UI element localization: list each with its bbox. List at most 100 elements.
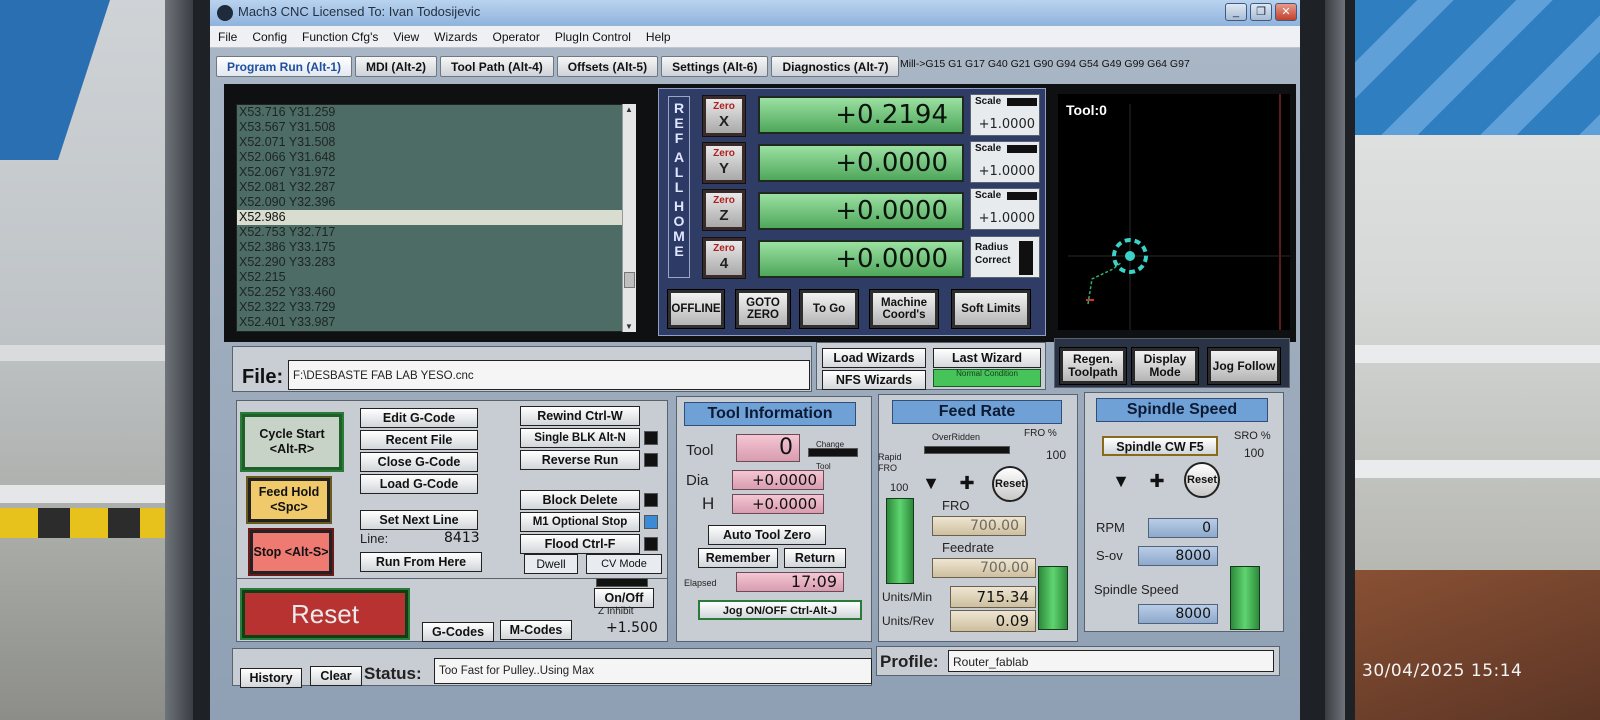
mcodes-button[interactable]: M-Codes <box>500 620 572 640</box>
jog-follow-button[interactable]: Jog Follow <box>1207 347 1281 385</box>
remember-button[interactable]: Remember <box>698 548 778 568</box>
scale-x[interactable]: Scale +1.0000 <box>970 94 1040 136</box>
fro-reset-button[interactable]: Reset <box>992 466 1028 502</box>
zero-x-button[interactable]: Zero X <box>702 95 746 137</box>
reverse-run-button[interactable]: Reverse Run <box>520 450 640 470</box>
scroll-thumb[interactable] <box>624 272 635 288</box>
goto-zero-button[interactable]: GOTO ZERO <box>735 289 791 329</box>
gcode-line[interactable]: X52.081 Y32.287 <box>237 180 623 195</box>
dro-x[interactable]: +0.2194 <box>758 96 964 134</box>
close-button[interactable]: ✕ <box>1275 3 1297 21</box>
feed-hold-button[interactable]: Feed Hold <Spc> <box>246 476 332 524</box>
scale-z[interactable]: Scale +1.0000 <box>970 188 1040 230</box>
to-go-button[interactable]: To Go <box>799 289 859 329</box>
maximize-button[interactable]: ❐ <box>1250 3 1272 21</box>
dro-4[interactable]: +0.0000 <box>758 240 964 278</box>
zero-4-button[interactable]: Zero 4 <box>702 237 746 279</box>
single-block-button[interactable]: Single BLK Alt-N <box>520 428 640 448</box>
dro-y[interactable]: +0.0000 <box>758 144 964 182</box>
sro-up-icon[interactable]: ✚ <box>1146 470 1168 492</box>
tab-offsets[interactable]: Offsets (Alt-5) <box>556 56 659 77</box>
machine-coords-button[interactable]: Machine Coord's <box>869 289 939 329</box>
menu-config[interactable]: Config <box>244 26 294 44</box>
run-from-here-button[interactable]: Run From Here <box>360 552 482 572</box>
sro-down-icon[interactable]: ▼ <box>1110 470 1132 492</box>
gcode-listing[interactable]: X53.716 Y31.259 X53.567 Y31.508 X52.071 Y3… <box>236 104 624 332</box>
gcode-line[interactable]: X52.071 Y31.508 <box>237 135 623 150</box>
gcode-line[interactable]: X52.215 <box>237 270 623 285</box>
tab-tool-path[interactable]: Tool Path (Alt-4) <box>440 56 554 77</box>
gcode-line[interactable]: X52.090 Y32.396 <box>237 195 623 210</box>
spindle-override-slider[interactable] <box>1230 566 1260 630</box>
set-next-line-button[interactable]: Set Next Line <box>360 510 478 530</box>
gcode-line[interactable]: X53.716 Y31.259 <box>237 105 623 120</box>
ref-all-home-button[interactable]: REFALLHOME <box>668 96 690 278</box>
menu-function-cfgs[interactable]: Function Cfg's <box>294 26 385 44</box>
display-mode-button[interactable]: Display Mode <box>1131 347 1199 385</box>
block-delete-button[interactable]: Block Delete <box>520 490 640 510</box>
menu-operator[interactable]: Operator <box>485 26 547 44</box>
clear-button[interactable]: Clear <box>310 666 362 686</box>
menu-wizards[interactable]: Wizards <box>426 26 484 44</box>
zero-z-button[interactable]: Zero Z <box>702 189 746 231</box>
gcode-scrollbar[interactable]: ▲ ▼ <box>622 104 636 332</box>
spindle-speed-value[interactable]: 8000 <box>1138 604 1218 624</box>
load-wizards-button[interactable]: Load Wizards <box>822 348 926 368</box>
gcode-line[interactable]: X52.252 Y33.460 <box>237 285 623 300</box>
tab-program-run[interactable]: Program Run (Alt-1) <box>216 56 352 77</box>
gcode-line[interactable]: X52.290 Y33.283 <box>237 255 623 270</box>
flood-button[interactable]: Flood Ctrl-F <box>520 534 640 554</box>
rewind-button[interactable]: Rewind Ctrl-W <box>520 406 640 426</box>
dro-z[interactable]: +0.0000 <box>758 192 964 230</box>
stop-button[interactable]: Stop <Alt-S> <box>248 528 334 576</box>
spindle-cw-button[interactable]: Spindle CW F5 <box>1102 436 1218 456</box>
offline-button[interactable]: OFFLINE <box>667 289 725 329</box>
soft-limits-button[interactable]: Soft Limits <box>951 289 1031 329</box>
reset-button[interactable]: Reset <box>240 588 410 640</box>
feed-override-slider[interactable] <box>1038 566 1068 630</box>
history-button[interactable]: History <box>240 668 302 688</box>
scroll-up-icon[interactable]: ▲ <box>625 105 633 114</box>
regen-toolpath-button[interactable]: Regen. Toolpath <box>1059 347 1127 385</box>
tab-settings[interactable]: Settings (Alt-6) <box>661 56 769 77</box>
gcode-line[interactable]: X52.322 Y33.729 <box>237 300 623 315</box>
nfs-wizards-button[interactable]: NFS Wizards <box>822 370 926 390</box>
tab-mdi[interactable]: MDI (Alt-2) <box>355 56 437 77</box>
menu-view[interactable]: View <box>385 26 426 44</box>
tab-diagnostics[interactable]: Diagnostics (Alt-7) <box>771 56 900 77</box>
toolpath-display[interactable]: Tool:0 <box>1058 94 1290 330</box>
minimize-button[interactable]: _ <box>1225 3 1247 21</box>
auto-tool-zero-button[interactable]: Auto Tool Zero <box>708 525 826 545</box>
fro-down-icon[interactable]: ▼ <box>920 472 942 494</box>
m1-optional-stop-button[interactable]: M1 Optional Stop <box>520 512 640 532</box>
close-gcode-button[interactable]: Close G-Code <box>360 452 478 472</box>
menu-file[interactable]: File <box>210 26 244 44</box>
zero-y-button[interactable]: Zero Y <box>702 142 746 184</box>
menu-help[interactable]: Help <box>638 26 678 44</box>
scale-y[interactable]: Scale +1.0000 <box>970 141 1040 183</box>
gcode-line[interactable]: X52.386 Y33.175 <box>237 240 623 255</box>
gcode-line[interactable]: X53.567 Y31.508 <box>237 120 623 135</box>
radius-correct-button[interactable]: Radius Correct <box>970 236 1040 278</box>
jog-onoff-button[interactable]: Jog ON/OFF Ctrl-Alt-J <box>698 600 862 620</box>
recent-file-button[interactable]: Recent File <box>360 430 478 450</box>
dia-value[interactable]: +0.0000 <box>732 470 824 490</box>
load-gcode-button[interactable]: Load G-Code <box>360 474 478 494</box>
gcode-line[interactable]: X52.401 Y33.987 <box>237 315 623 330</box>
rapid-fro-slider[interactable] <box>886 498 914 584</box>
tool-number-value[interactable]: 0 <box>736 434 800 462</box>
fro-up-icon[interactable]: ✚ <box>956 472 978 494</box>
gcode-line[interactable]: X52.753 Y32.717 <box>237 225 623 240</box>
sro-reset-button[interactable]: Reset <box>1184 462 1220 498</box>
gcode-line[interactable]: X52.986 <box>237 210 623 225</box>
edit-gcode-button[interactable]: Edit G-Code <box>360 408 478 428</box>
gcodes-button[interactable]: G-Codes <box>422 622 494 642</box>
last-wizard-button[interactable]: Last Wizard <box>933 348 1041 368</box>
return-button[interactable]: Return <box>784 548 846 568</box>
gcode-line[interactable]: X52.067 Y31.972 <box>237 165 623 180</box>
gcode-line[interactable]: X52.066 Y31.648 <box>237 150 623 165</box>
scroll-down-icon[interactable]: ▼ <box>625 322 633 331</box>
cycle-start-button[interactable]: Cycle Start <Alt-R> <box>240 412 344 472</box>
menu-plugin-control[interactable]: PlugIn Control <box>547 26 638 44</box>
h-value[interactable]: +0.0000 <box>732 494 824 514</box>
